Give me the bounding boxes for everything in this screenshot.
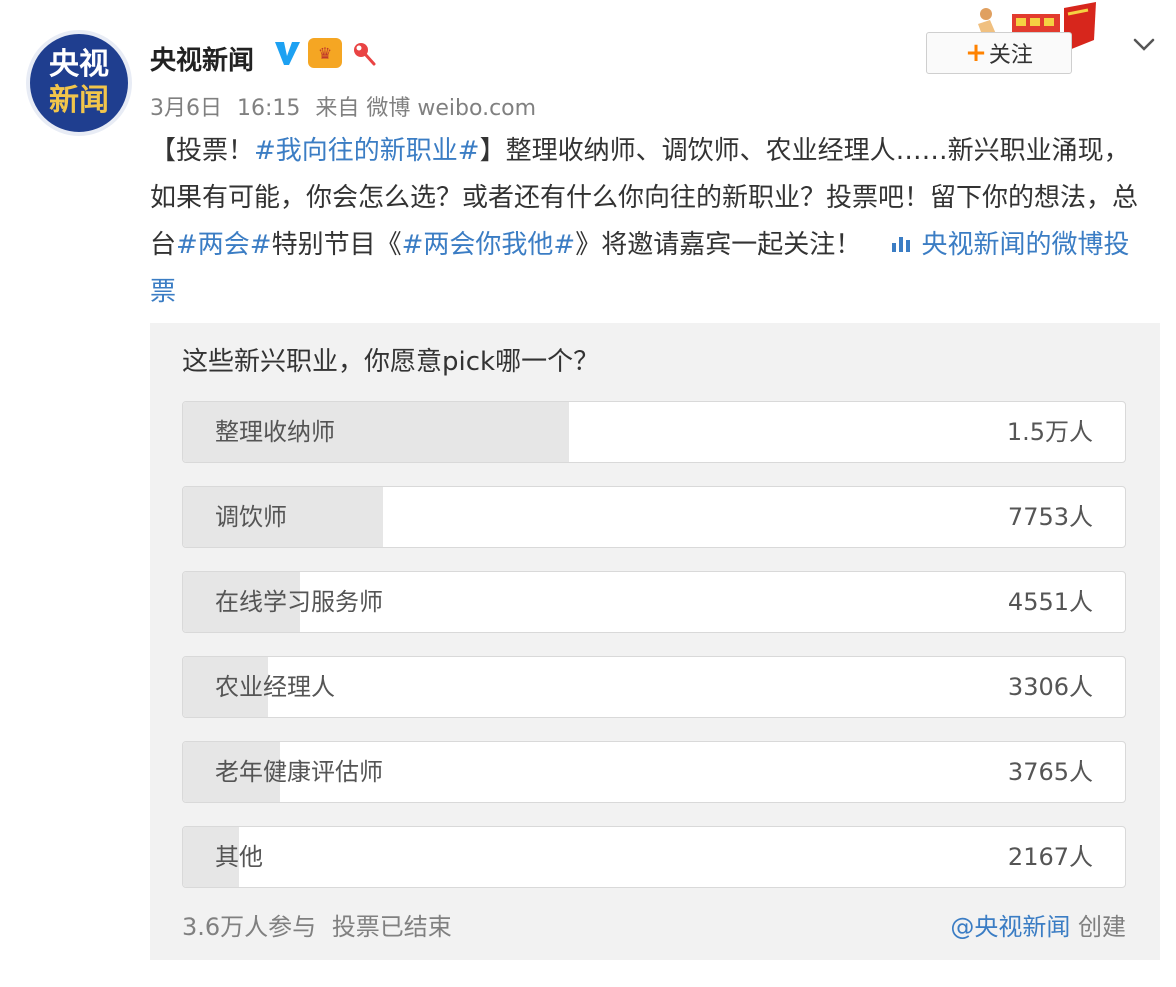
vote-option-label: 在线学习服务师 xyxy=(215,588,383,616)
post-text: 【投票！#我向往的新职业#】整理收纳师、调饮师、农业经理人……新兴职业涌现，如果… xyxy=(150,128,1155,316)
hashtag-link-3[interactable]: #两会你我他# xyxy=(402,230,576,260)
follow-button[interactable]: + 关注 xyxy=(926,32,1072,74)
vote-title: 这些新兴职业，你愿意pick哪一个？ xyxy=(182,347,600,377)
post-date[interactable]: 3月6日 xyxy=(150,96,222,121)
vote-option-label: 调饮师 xyxy=(215,503,287,531)
hashtag-link-1[interactable]: #我向往的新职业# xyxy=(254,136,480,166)
vote-option-count: 1.5万人 xyxy=(1006,418,1093,446)
vote-option[interactable]: 整理收纳师 1.5万人 xyxy=(182,401,1126,463)
vote-option[interactable]: 老年健康评估师 3765人 xyxy=(182,741,1126,803)
participant-count: 3.6万人参与 xyxy=(182,913,317,941)
vote-option-count: 7753人 xyxy=(1007,503,1093,531)
created-label: 创建 xyxy=(1078,913,1126,941)
vote-status: 投票已结束 xyxy=(331,913,452,941)
text-part-4: 》将邀请嘉宾一起关注！ xyxy=(575,230,862,260)
vote-option[interactable]: 农业经理人 3306人 xyxy=(182,656,1126,718)
hashtag-link-2[interactable]: #两会# xyxy=(176,230,272,260)
text-part-3: 特别节目《 xyxy=(271,230,402,260)
vote-option-count: 3765人 xyxy=(1007,758,1093,786)
vote-option-label: 农业经理人 xyxy=(215,673,335,701)
vote-footer-creator: @央视新闻 创建 xyxy=(950,907,1126,942)
vote-option[interactable]: 调饮师 7753人 xyxy=(182,486,1126,548)
vote-link-icon[interactable] xyxy=(889,230,913,260)
vote-option-count: 4551人 xyxy=(1007,588,1093,616)
pushpin-icon[interactable] xyxy=(348,38,378,68)
vote-footer-status: 3.6万人参与 投票已结束 xyxy=(182,907,452,942)
verified-icon[interactable] xyxy=(272,38,302,68)
follow-label: 关注 xyxy=(988,43,1033,68)
plus-icon: + xyxy=(965,38,987,68)
username[interactable]: 央视新闻 xyxy=(150,40,254,77)
post-time[interactable]: 16:15 xyxy=(237,96,300,121)
vote-option[interactable]: 在线学习服务师 4551人 xyxy=(182,571,1126,633)
vote-option-label: 整理收纳师 xyxy=(215,418,335,446)
post-source: 来自 微博 weibo.com xyxy=(315,96,537,121)
avatar-text-1: 央视 xyxy=(49,47,109,82)
avatar[interactable]: 央视 新闻 xyxy=(26,30,132,136)
avatar-text-2: 新闻 xyxy=(49,83,109,118)
vote-option-count: 2167人 xyxy=(1007,843,1093,871)
vote-card: 这些新兴职业，你愿意pick哪一个？ 整理收纳师 1.5万人 调饮师 7753人… xyxy=(150,323,1160,960)
member-crown-icon[interactable]: ♛ xyxy=(308,38,342,68)
creator-link[interactable]: @央视新闻 xyxy=(950,913,1070,941)
badges: ♛ xyxy=(272,38,378,68)
vote-option[interactable]: 其他 2167人 xyxy=(182,826,1126,888)
text-part-1: 【投票！ xyxy=(150,136,255,166)
chevron-down-icon[interactable] xyxy=(1130,30,1158,58)
post-meta: 3月6日 16:15 来自 微博 weibo.com xyxy=(150,90,536,122)
vote-option-label: 老年健康评估师 xyxy=(215,758,383,786)
vote-option-count: 3306人 xyxy=(1007,673,1093,701)
vote-option-label: 其他 xyxy=(215,843,263,871)
